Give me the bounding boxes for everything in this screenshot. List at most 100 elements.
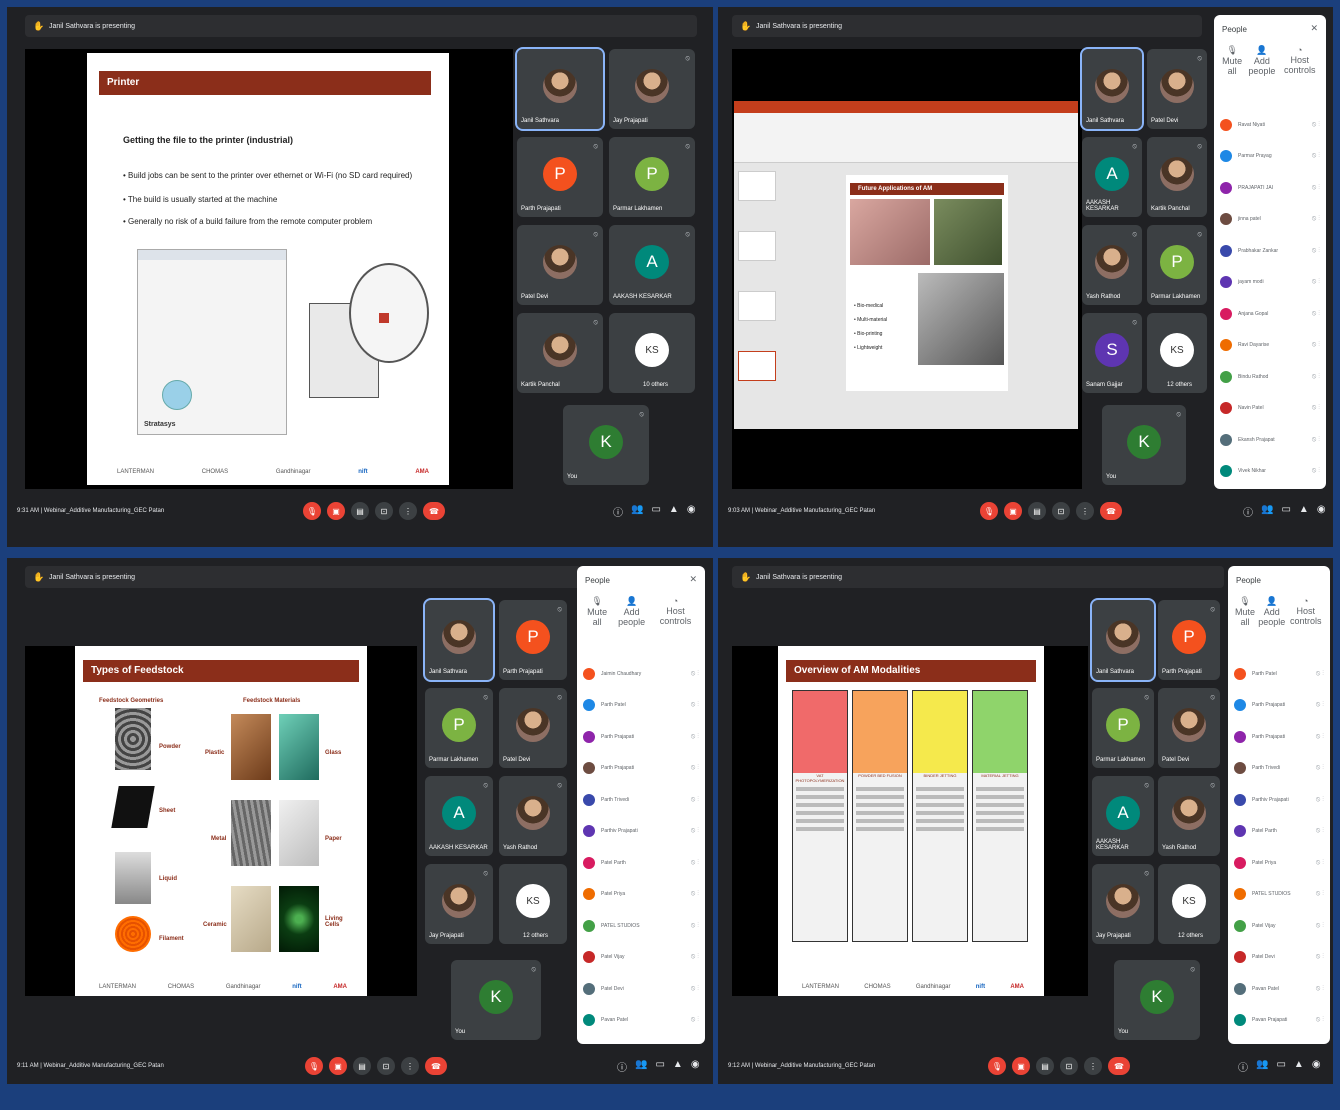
slide-thumb[interactable] (738, 171, 776, 201)
person-row[interactable]: Prabhakar Zankar ⦸ ⋮ (1220, 235, 1320, 267)
more-icon[interactable]: ⦸ ⋮ (1316, 670, 1324, 678)
lock-icon[interactable]: ◉ (691, 1059, 700, 1074)
person-row[interactable]: Pavan Prajapati ⦸ ⋮ (1234, 1005, 1324, 1037)
more-icon[interactable]: ⦸ ⋮ (1312, 310, 1320, 318)
more-icon[interactable]: ⦸ ⋮ (691, 985, 699, 993)
person-row[interactable]: Navin Patel ⦸ ⋮ (1220, 393, 1320, 425)
participant-tile[interactable]: P ⦸ Parmar Lakhamen (609, 137, 695, 217)
people-icon[interactable]: 👥 (1256, 1059, 1268, 1074)
more-icon[interactable]: ⦸ ⋮ (691, 701, 699, 709)
slide-thumb[interactable] (738, 351, 776, 381)
lock-icon[interactable]: ◉ (1317, 504, 1326, 519)
person-row[interactable]: Patel Devi ⦸ ⋮ (583, 973, 699, 1005)
present-button[interactable]: ⊡ (377, 1057, 395, 1075)
more-icon[interactable]: ⦸ ⋮ (691, 827, 699, 835)
captions-button[interactable]: ▤ (1036, 1057, 1054, 1075)
captions-button[interactable]: ▤ (353, 1057, 371, 1075)
more-icon[interactable]: ⦸ ⋮ (1312, 184, 1320, 192)
present-button[interactable]: ⊡ (1060, 1057, 1078, 1075)
info-icon[interactable]: ⓘ (1238, 1059, 1248, 1074)
more-icon[interactable]: ⦸ ⋮ (1316, 859, 1324, 867)
more-icon[interactable]: ⦸ ⋮ (1316, 764, 1324, 772)
person-row[interactable]: Bindu Rathod ⦸ ⋮ (1220, 361, 1320, 393)
more-icon[interactable]: ⦸ ⋮ (1312, 373, 1320, 381)
camera-toggle-button[interactable]: ▣ (1012, 1057, 1030, 1075)
participant-tile[interactable]: P ⦸ Parth Prajapati (499, 600, 567, 680)
person-row[interactable]: PATEL STUDIOS ⦸ ⋮ (1234, 879, 1324, 911)
participant-tile[interactable]: Janil Sathvara (1090, 598, 1156, 682)
more-icon[interactable]: ⦸ ⋮ (1312, 404, 1320, 412)
participant-tile[interactable]: ⦸ Yash Rathod (499, 776, 567, 856)
more-icon[interactable]: ⦸ ⋮ (1316, 827, 1324, 835)
participant-tile[interactable]: ⦸ Kartik Panchal (517, 313, 603, 393)
participant-tile[interactable]: ⦸ Jay Prajapati (609, 49, 695, 129)
more-icon[interactable]: ⦸ ⋮ (1316, 922, 1324, 930)
others-tile[interactable]: KS 12 others (499, 864, 567, 944)
participant-tile[interactable]: Janil Sathvara (423, 598, 495, 682)
person-row[interactable]: Parth Prajapati ⦸ ⋮ (1234, 690, 1324, 722)
end-call-button[interactable]: ☎ (1100, 502, 1122, 520)
person-row[interactable]: Anjana Gopal ⦸ ⋮ (1220, 298, 1320, 330)
participant-tile[interactable]: ⦸ Patel Devi (499, 688, 567, 768)
end-call-button[interactable]: ☎ (423, 502, 445, 520)
more-icon[interactable]: ⦸ ⋮ (1316, 796, 1324, 804)
participant-tile[interactable]: P ⦸ Parmar Lakhamen (425, 688, 493, 768)
person-row[interactable]: Parth Patel ⦸ ⋮ (1234, 658, 1324, 690)
participant-tile[interactable]: P ⦸ Parmar Lakhamen (1092, 688, 1154, 768)
person-row[interactable]: Patel Parth ⦸ ⋮ (583, 847, 699, 879)
info-icon[interactable]: ⓘ (613, 504, 623, 519)
end-call-button[interactable]: ☎ (425, 1057, 447, 1075)
person-row[interactable]: jinna patel ⦸ ⋮ (1220, 204, 1320, 236)
participant-tile[interactable]: Janil Sathvara (515, 47, 605, 131)
participant-tile[interactable]: Janil Sathvara (1080, 47, 1144, 131)
participant-tile[interactable]: A ⦸ AAKASH KESARKAR (1082, 137, 1142, 217)
person-row[interactable]: Jaimin Chaudhary ⦸ ⋮ (583, 658, 699, 690)
more-icon[interactable]: ⦸ ⋮ (691, 953, 699, 961)
others-tile[interactable]: KS 12 others (1158, 864, 1220, 944)
person-row[interactable]: Patel Parth ⦸ ⋮ (1234, 816, 1324, 848)
participant-tile[interactable]: S ⦸ Sanam Gajjar (1082, 313, 1142, 393)
host-controls-button[interactable]: ◔ Host controls (1288, 596, 1324, 627)
self-tile[interactable]: K ⦸ You (1114, 960, 1200, 1040)
more-icon[interactable]: ⦸ ⋮ (691, 922, 699, 930)
participant-tile[interactable]: ⦸ Yash Rathod (1082, 225, 1142, 305)
participant-tile[interactable]: ⦸ Kartik Panchal (1147, 137, 1207, 217)
end-call-button[interactable]: ☎ (1108, 1057, 1130, 1075)
person-row[interactable]: Parmar Prayag ⦸ ⋮ (1220, 141, 1320, 173)
captions-button[interactable]: ▤ (1028, 502, 1046, 520)
participant-tile[interactable]: P ⦸ Parmar Lakhamen (1147, 225, 1207, 305)
participant-tile[interactable]: P ⦸ Parth Prajapati (517, 137, 603, 217)
more-icon[interactable]: ⦸ ⋮ (1312, 467, 1320, 475)
participant-tile[interactable]: ⦸ Patel Devi (1158, 688, 1220, 768)
activities-icon[interactable]: ▲ (669, 504, 679, 519)
add-people-button[interactable]: 👤 Add people (611, 596, 652, 627)
others-tile[interactable]: KS 12 others (1147, 313, 1207, 393)
more-icon[interactable]: ⦸ ⋮ (691, 859, 699, 867)
chat-icon[interactable]: ▭ (655, 1059, 664, 1074)
person-row[interactable]: Parthiv Prajapati ⦸ ⋮ (1234, 784, 1324, 816)
people-icon[interactable]: 👥 (1261, 504, 1273, 519)
participant-tile[interactable]: ⦸ Patel Devi (517, 225, 603, 305)
more-options-button[interactable]: ⋮ (399, 502, 417, 520)
more-icon[interactable]: ⦸ ⋮ (1316, 733, 1324, 741)
more-icon[interactable]: ⦸ ⋮ (1316, 985, 1324, 993)
person-row[interactable]: Patel Vijay ⦸ ⋮ (583, 942, 699, 974)
more-options-button[interactable]: ⋮ (401, 1057, 419, 1075)
person-row[interactable]: Parth Prajapati ⦸ ⋮ (583, 753, 699, 785)
participant-tile[interactable]: ⦸ Patel Devi (1147, 49, 1207, 129)
person-row[interactable]: Parth Patel ⦸ ⋮ (583, 690, 699, 722)
participant-tile[interactable]: ⦸ Yash Rathod (1158, 776, 1220, 856)
person-row[interactable]: Vivek Nikhar ⦸ ⋮ (1220, 456, 1320, 488)
self-tile[interactable]: K ⦸ You (451, 960, 541, 1040)
more-icon[interactable]: ⦸ ⋮ (1316, 890, 1324, 898)
more-icon[interactable]: ⦸ ⋮ (1312, 215, 1320, 223)
more-icon[interactable]: ⦸ ⋮ (1312, 341, 1320, 349)
participant-tile[interactable]: ⦸ Jay Prajapati (1092, 864, 1154, 944)
camera-toggle-button[interactable]: ▣ (327, 502, 345, 520)
info-icon[interactable]: ⓘ (617, 1059, 627, 1074)
participant-tile[interactable]: A ⦸ AAKASH KESARKAR (425, 776, 493, 856)
person-row[interactable]: Ekansh Prajapat ⦸ ⋮ (1220, 424, 1320, 456)
mic-toggle-button[interactable]: 🎙 (988, 1057, 1006, 1075)
more-icon[interactable]: ⦸ ⋮ (691, 1016, 699, 1024)
people-icon[interactable]: 👥 (635, 1059, 647, 1074)
